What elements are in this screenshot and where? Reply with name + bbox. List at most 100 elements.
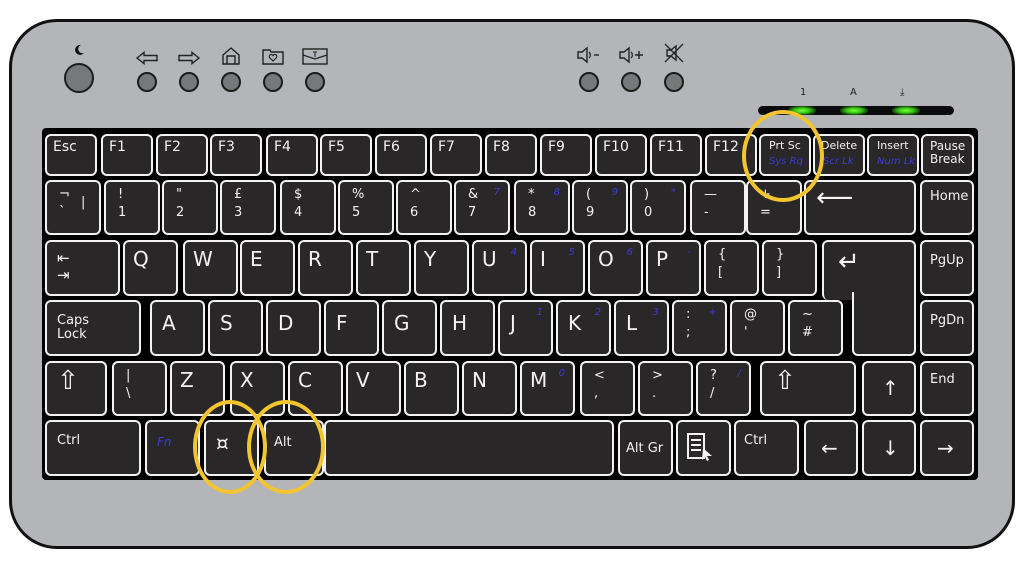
right-arrow-key[interactable]: → xyxy=(920,420,974,476)
key-d[interactable]: D xyxy=(266,300,321,356)
back-button[interactable] xyxy=(137,72,157,92)
insert-key[interactable]: Insert Num Lk xyxy=(867,134,919,176)
key-sym-9[interactable]: :; + xyxy=(672,300,727,356)
menu-key[interactable] xyxy=(676,420,731,476)
key-bracket-11[interactable]: }] xyxy=(762,240,817,296)
key-4[interactable]: $4 xyxy=(280,180,336,235)
pause-key[interactable]: Pause Break xyxy=(921,134,974,176)
key-w[interactable]: W xyxy=(183,240,238,296)
left-arrow-key[interactable]: ← xyxy=(804,420,858,476)
key-s[interactable]: S xyxy=(208,300,263,356)
key-p[interactable]: P- xyxy=(646,240,701,296)
key-esc[interactable]: Esc xyxy=(45,134,97,176)
fn-key[interactable]: Fn xyxy=(145,420,200,476)
key-f3[interactable]: F3 xyxy=(210,134,262,176)
key-sym-9[interactable]: >. xyxy=(638,361,693,416)
key-u[interactable]: U4 xyxy=(472,240,527,296)
key-a[interactable]: A xyxy=(150,300,205,356)
key-sym-10[interactable]: ? / / xyxy=(696,361,751,416)
altgr-key[interactable]: Alt Gr xyxy=(618,420,673,476)
left-ctrl-key[interactable]: Ctrl xyxy=(45,420,141,476)
numpad-label: + xyxy=(708,307,717,318)
enter-key-lower[interactable] xyxy=(852,292,916,356)
key--sym0[interactable]: ¬ ` | xyxy=(45,180,101,235)
left-shift-key[interactable]: ⇧ xyxy=(45,361,107,416)
favorites-button[interactable] xyxy=(263,72,283,92)
key-t[interactable]: T xyxy=(356,240,411,296)
enter-key[interactable]: ↵ xyxy=(822,240,916,300)
win-key[interactable]: ¤ xyxy=(204,420,259,476)
key-bracket-10[interactable]: {[ xyxy=(704,240,759,296)
key-b[interactable]: B xyxy=(404,361,459,416)
alt-key[interactable]: Alt xyxy=(264,420,324,476)
prtsc-key[interactable]: Prt Sc Sys Rq xyxy=(759,134,811,176)
key--sym12[interactable]: + = xyxy=(746,180,802,235)
caps-lock-key[interactable]: Caps Lock xyxy=(45,300,141,356)
key-i[interactable]: I5 xyxy=(530,240,585,296)
key-g[interactable]: G xyxy=(382,300,437,356)
key-f11[interactable]: F11 xyxy=(650,134,702,176)
key-n[interactable]: N xyxy=(462,361,517,416)
key--sym11[interactable]: — - xyxy=(690,180,746,235)
key-f9[interactable]: F9 xyxy=(540,134,592,176)
key-o[interactable]: O6 xyxy=(588,240,643,296)
key-0[interactable]: ) 0 * xyxy=(630,180,686,235)
home-key[interactable]: Home xyxy=(920,180,974,235)
key-j[interactable]: J1 xyxy=(498,300,553,356)
volume-up-button[interactable] xyxy=(621,72,641,92)
mute-button[interactable] xyxy=(664,72,684,92)
right-shift-key[interactable]: ⇧ xyxy=(760,361,856,416)
down-arrow-key[interactable]: ↓ xyxy=(862,420,916,476)
key-f4[interactable]: F4 xyxy=(266,134,318,176)
end-key[interactable]: End xyxy=(920,361,974,416)
up-arrow-key[interactable]: ↑ xyxy=(862,361,916,416)
key-label: ^ xyxy=(410,187,421,202)
key-f7[interactable]: F7 xyxy=(430,134,482,176)
key-z[interactable]: Z xyxy=(170,361,225,416)
mail-button[interactable] xyxy=(305,72,325,92)
key-f[interactable]: F xyxy=(324,300,379,356)
key-2[interactable]: " 2 xyxy=(162,180,218,235)
key-f1[interactable]: F1 xyxy=(101,134,153,176)
key-l[interactable]: L3 xyxy=(614,300,669,356)
key-sym-10[interactable]: @ ' xyxy=(730,300,785,356)
sleep-button[interactable] xyxy=(64,63,94,93)
key-h[interactable]: H xyxy=(440,300,495,356)
key-f12[interactable]: F12 xyxy=(705,134,757,176)
volume-down-button[interactable] xyxy=(579,72,599,92)
key-9[interactable]: (9 9 xyxy=(572,180,628,235)
key-f8[interactable]: F8 xyxy=(485,134,537,176)
key-f5[interactable]: F5 xyxy=(320,134,372,176)
key-sym-8[interactable]: <, xyxy=(580,361,635,416)
key-7[interactable]: & 7 7 xyxy=(454,180,510,235)
key-y[interactable]: Y xyxy=(414,240,469,296)
key-8[interactable]: * 8 8 xyxy=(514,180,570,235)
right-ctrl-key[interactable]: Ctrl xyxy=(734,420,799,476)
delete-key[interactable]: Delete Scr Lk xyxy=(813,134,865,176)
forward-button[interactable] xyxy=(179,72,199,92)
key-q[interactable]: Q xyxy=(123,240,178,296)
key-m[interactable]: M0 xyxy=(520,361,575,416)
pgup-key[interactable]: PgUp xyxy=(920,240,974,296)
key-3[interactable]: £3 xyxy=(220,180,276,235)
key-5[interactable]: % 5 xyxy=(338,180,394,235)
key-f2[interactable]: F2 xyxy=(156,134,208,176)
pgdn-key[interactable]: PgDn xyxy=(920,300,974,356)
key-e[interactable]: E xyxy=(240,240,295,296)
home-button[interactable] xyxy=(221,72,241,92)
key-x[interactable]: X xyxy=(230,361,285,416)
tab-key[interactable]: ⇤ ⇥ xyxy=(45,240,120,296)
key-f10[interactable]: F10 xyxy=(595,134,647,176)
key-f6[interactable]: F6 xyxy=(375,134,427,176)
key-k[interactable]: K2 xyxy=(556,300,611,356)
key-1[interactable]: ! 1 xyxy=(104,180,160,235)
key-c[interactable]: C xyxy=(288,361,343,416)
key-r[interactable]: R xyxy=(298,240,353,296)
space-bar[interactable] xyxy=(324,420,614,476)
key-6[interactable]: ^ 6 xyxy=(396,180,452,235)
backspace-key[interactable]: ⟵ xyxy=(804,180,916,235)
key-v[interactable]: V xyxy=(346,361,401,416)
key-sym-11[interactable]: ~ # xyxy=(788,300,843,356)
key-sym-0[interactable]: | \ xyxy=(112,361,167,416)
key-label: ! xyxy=(118,187,124,202)
